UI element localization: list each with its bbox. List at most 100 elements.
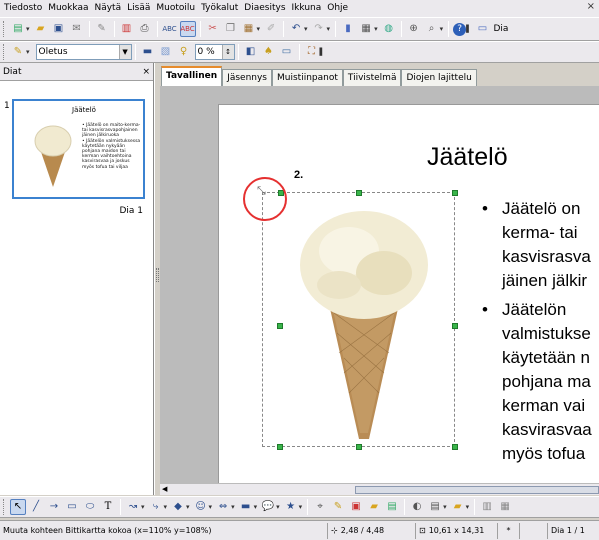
- line-icon[interactable]: ▬: [140, 44, 156, 60]
- table-icon[interactable]: ▦: [358, 21, 374, 37]
- menu-tools[interactable]: Työkalut: [198, 1, 241, 16]
- ellipse-tool-icon[interactable]: ⬭: [82, 499, 98, 515]
- rectangle-tool-icon[interactable]: ▭: [64, 499, 80, 515]
- area-icon[interactable]: ▧: [158, 44, 174, 60]
- resize-handle[interactable]: [277, 323, 283, 329]
- chevron-down-icon[interactable]: ▾: [466, 503, 470, 511]
- print-icon[interactable]: ⎙: [137, 21, 153, 37]
- chevron-down-icon[interactable]: ▾: [164, 503, 168, 511]
- resize-handle[interactable]: [356, 444, 362, 450]
- menu-slideshow[interactable]: Diaesitys: [241, 1, 288, 16]
- chevron-down-icon[interactable]: ▾: [257, 25, 261, 33]
- edit-canvas[interactable]: Jäätelö • Jäätelö on kerma- tai kasvisra…: [160, 86, 599, 483]
- arrow-tool-icon[interactable]: →: [46, 499, 62, 515]
- crop-icon[interactable]: ⛶: [304, 44, 320, 60]
- toggle-extrusion-icon[interactable]: ▦: [497, 499, 513, 515]
- chevron-down-icon[interactable]: ▾: [186, 503, 190, 511]
- close-icon[interactable]: ×: [142, 67, 150, 77]
- toolbar-grip[interactable]: [3, 21, 6, 37]
- tab-slide-sorter[interactable]: Diojen lajittelu: [401, 69, 477, 86]
- close-document-icon[interactable]: ×: [587, 1, 595, 12]
- chevron-down-icon[interactable]: ▾: [440, 25, 444, 33]
- toolbar-grip[interactable]: [3, 44, 6, 60]
- chevron-down-icon[interactable]: ▾: [327, 25, 331, 33]
- basic-shapes-icon[interactable]: ◆: [170, 499, 186, 515]
- chevron-down-icon[interactable]: ▾: [304, 25, 308, 33]
- new-document-icon[interactable]: ▤: [10, 21, 26, 37]
- arrange-icon[interactable]: ▰: [450, 499, 466, 515]
- cut-icon[interactable]: ✂: [205, 21, 221, 37]
- zoom-icon[interactable]: ⌕: [424, 21, 440, 37]
- slide-icon[interactable]: ▭: [474, 21, 490, 37]
- shadow-toggle-icon[interactable]: ▥: [479, 499, 495, 515]
- chevron-down-icon[interactable]: ▼: [118, 45, 131, 59]
- slide-title[interactable]: Jäätelö: [427, 143, 508, 172]
- menu-insert[interactable]: Lisää: [124, 1, 153, 16]
- slide-body[interactable]: • Jäätelö on kerma- tai kasvisrasva jäin…: [482, 197, 599, 471]
- navigator-icon[interactable]: ⊕: [406, 21, 422, 37]
- menu-help[interactable]: Ohje: [324, 1, 351, 16]
- select-pointer-icon[interactable]: ↖: [10, 499, 26, 515]
- email-icon[interactable]: ✉: [69, 21, 85, 37]
- spellcheck-icon[interactable]: ABC: [162, 21, 178, 37]
- tab-handout[interactable]: Tiivistelmä: [342, 69, 402, 86]
- tab-normal[interactable]: Tavallinen: [161, 66, 223, 86]
- resize-handle[interactable]: [356, 190, 362, 196]
- paint-bucket-icon[interactable]: ♠: [261, 44, 277, 60]
- chevron-down-icon[interactable]: ▾: [443, 503, 447, 511]
- autospellcheck-icon[interactable]: ABC: [179, 21, 196, 37]
- horizontal-scrollbar[interactable]: ◀: [160, 483, 599, 495]
- resize-handle[interactable]: [277, 444, 283, 450]
- menu-edit[interactable]: Muokkaa: [45, 1, 91, 16]
- from-file-icon[interactable]: ▰: [366, 499, 382, 515]
- menu-window[interactable]: Ikkuna: [289, 1, 325, 16]
- glue-points-icon[interactable]: ✎: [330, 499, 346, 515]
- chart-icon[interactable]: ▮: [340, 21, 356, 37]
- symbol-shapes-icon[interactable]: ☺: [193, 499, 209, 515]
- resize-handle[interactable]: [452, 323, 458, 329]
- tab-notes[interactable]: Muistiinpanot: [272, 69, 343, 86]
- tab-outline[interactable]: Jäsennys: [222, 69, 272, 86]
- connector-tool-icon[interactable]: ⤷: [148, 499, 164, 515]
- menu-file[interactable]: Tiedosto: [1, 1, 45, 16]
- shadow-icon[interactable]: ▭: [279, 44, 295, 60]
- display-grid-icon[interactable]: ◍: [381, 21, 397, 37]
- points-icon[interactable]: ⌖: [312, 499, 328, 515]
- chevron-down-icon[interactable]: ▾: [26, 48, 30, 56]
- chevron-down-icon[interactable]: ▾: [26, 25, 30, 33]
- block-arrows-icon[interactable]: ⇔: [215, 499, 231, 515]
- flowchart-icon[interactable]: ▬: [238, 499, 254, 515]
- chevron-down-icon[interactable]: ▾: [141, 503, 145, 511]
- paste-icon[interactable]: ▦: [241, 21, 257, 37]
- splitter-grip[interactable]: [156, 268, 159, 282]
- clone-formatting-icon[interactable]: ✐: [263, 21, 279, 37]
- spin-icon[interactable]: ↕: [221, 45, 234, 59]
- resize-handle[interactable]: [452, 190, 458, 196]
- export-pdf-icon[interactable]: ▥: [119, 21, 135, 37]
- extrusion-icon[interactable]: ◐: [409, 499, 425, 515]
- toolbar-overflow-icon[interactable]: ▌: [320, 48, 325, 56]
- chevron-down-icon[interactable]: ▾: [209, 503, 213, 511]
- text-tool-icon[interactable]: T: [100, 499, 116, 515]
- menu-format[interactable]: Muotoilu: [153, 1, 198, 16]
- chevron-down-icon[interactable]: ▾: [254, 503, 258, 511]
- save-icon[interactable]: ▣: [51, 21, 67, 37]
- chevron-down-icon[interactable]: ▾: [374, 25, 378, 33]
- callouts-icon[interactable]: 💬: [260, 499, 276, 515]
- scroll-left-icon[interactable]: ◀: [162, 485, 167, 493]
- edit-file-icon[interactable]: ✎: [94, 21, 110, 37]
- open-folder-icon[interactable]: ▰: [33, 21, 49, 37]
- curve-tool-icon[interactable]: ↝: [125, 499, 141, 515]
- toolbar-overflow-icon[interactable]: ▌: [466, 25, 471, 33]
- transparency-field[interactable]: 0 % ↕: [194, 44, 235, 60]
- lightbulb-icon[interactable]: ♀: [176, 44, 192, 60]
- redo-icon[interactable]: ↷: [311, 21, 327, 37]
- fontwork-icon[interactable]: ▣: [348, 499, 364, 515]
- style-select[interactable]: Oletus ▼: [35, 44, 132, 60]
- toolbar-grip[interactable]: [3, 499, 6, 515]
- slide[interactable]: Jäätelö • Jäätelö on kerma- tai kasvisra…: [218, 104, 599, 483]
- menu-view[interactable]: Näytä: [91, 1, 124, 16]
- gallery-icon[interactable]: ▤: [384, 499, 400, 515]
- chevron-down-icon[interactable]: ▾: [299, 503, 303, 511]
- help-icon[interactable]: ?: [453, 22, 467, 36]
